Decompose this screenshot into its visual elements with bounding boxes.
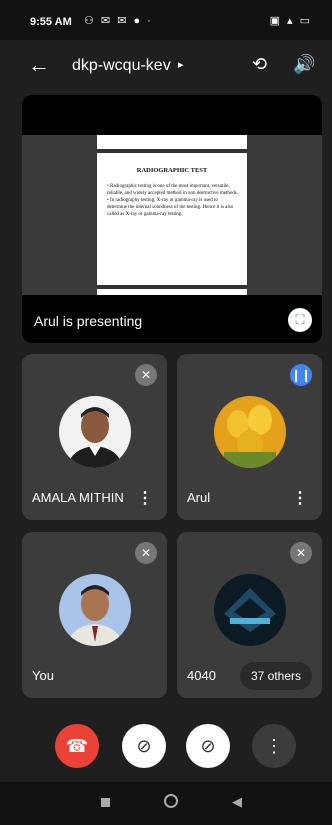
meeting-id[interactable]: dkp-wcqu-kev [72, 57, 171, 75]
status-system-icons: ▣ ▴ ▭ [269, 15, 312, 27]
more-options-button[interactable]: ⋮ [252, 724, 296, 768]
mic-toggle-button[interactable]: ⊘ [186, 724, 230, 768]
arrow-back-icon[interactable]: ← [28, 52, 50, 78]
more-options-icon[interactable]: ⋮ [292, 488, 308, 508]
android-navbar: ◀ [0, 782, 332, 825]
avatar [214, 396, 286, 468]
home-icon[interactable] [164, 794, 178, 808]
back-triangle-icon[interactable]: ◀ [232, 794, 242, 810]
mic-off-icon: ⊘ [200, 736, 216, 756]
camera-off-icon: ⊘ [136, 736, 152, 756]
screen-share-area: RADIOGRAPHIC TEST • Radiographic testing… [22, 135, 322, 295]
participant-tile[interactable]: ✕ AMALA MITHIN ⋮ [22, 354, 167, 520]
participant-tile[interactable]: ❙❙ Arul ⋮ [177, 354, 322, 520]
speaker-icon[interactable]: 🔊 [293, 54, 315, 75]
more-vert-icon: ⋮ [265, 736, 283, 756]
mic-off-icon: ✕ [135, 364, 157, 386]
status-notification-icons: ⚇ ✉ ✉ ● · [84, 15, 153, 27]
slide-bullet: • In radiography testing, X-ray or gamma… [107, 198, 234, 217]
participant-tile[interactable]: ✕ You [22, 532, 167, 698]
phone-hangup-icon: ☎ [65, 736, 89, 756]
status-time: 9:55 AM [30, 16, 72, 28]
fullscreen-icon[interactable]: ⛶ [288, 308, 312, 332]
end-call-button[interactable]: ☎ [55, 724, 99, 768]
avatar [59, 574, 131, 646]
slide-divider [97, 285, 247, 289]
participant-name: 4040 [187, 668, 216, 683]
status-bar: 9:55 AM ⚇ ✉ ✉ ● · ▣ ▴ ▭ [0, 0, 332, 40]
speaking-icon: ❙❙ [290, 364, 312, 386]
avatar [59, 396, 131, 468]
switch-camera-icon[interactable]: ⟲ [252, 54, 267, 75]
slide-bullet: • Radiographic testing is one of the mos… [107, 184, 239, 196]
participant-name: You [32, 668, 54, 683]
slide-divider [97, 149, 247, 153]
camera-toggle-button[interactable]: ⊘ [122, 724, 166, 768]
meeting-header: ← dkp-wcqu-kev ▸ ⟲ 🔊 [0, 40, 332, 92]
avatar [214, 574, 286, 646]
slide: RADIOGRAPHIC TEST • Radiographic testing… [97, 135, 247, 295]
slide-body: • Radiographic testing is one of the mos… [107, 183, 239, 218]
participant-name: Arul [187, 490, 211, 505]
mic-off-icon: ✕ [290, 542, 312, 564]
recents-icon[interactable] [101, 798, 110, 807]
presenting-label: Arul is presenting [34, 313, 143, 329]
presentation-tile[interactable]: RADIOGRAPHIC TEST • Radiographic testing… [22, 95, 322, 343]
chevron-right-icon[interactable]: ▸ [178, 58, 184, 71]
participant-tile[interactable]: ✕ 4040 37 others [177, 532, 322, 698]
more-options-icon[interactable]: ⋮ [137, 488, 153, 508]
participant-name: AMALA MITHIN [32, 490, 124, 505]
mic-off-icon: ✕ [135, 542, 157, 564]
others-count-button[interactable]: 37 others [240, 662, 312, 690]
slide-title: RADIOGRAPHIC TEST [136, 167, 208, 174]
